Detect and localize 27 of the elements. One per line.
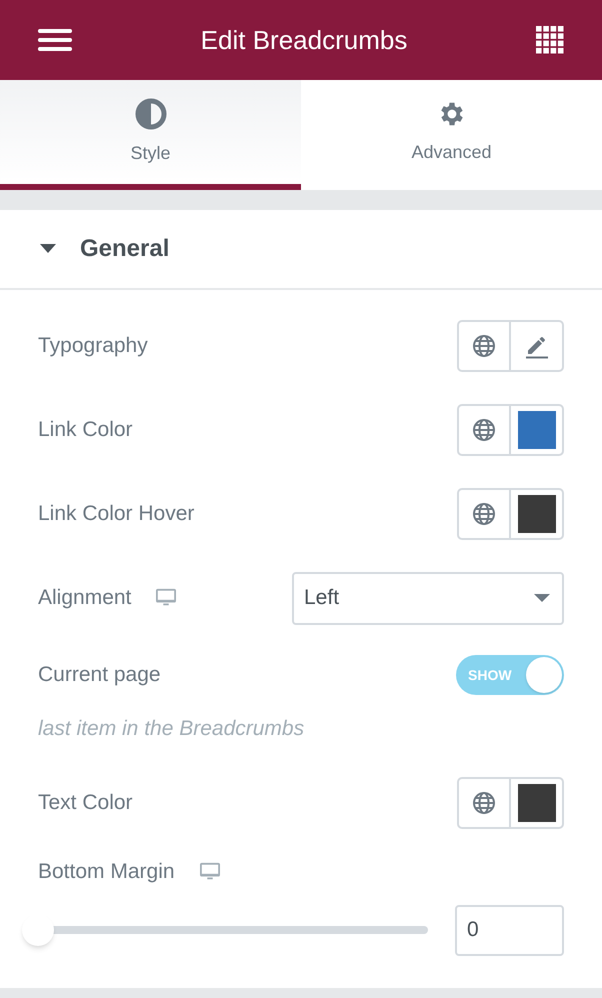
caret-icon: [40, 244, 56, 254]
caret-icon: [534, 594, 550, 602]
field-label: Current page: [38, 662, 161, 688]
contrast-icon: [134, 98, 166, 130]
field-label: Text Color: [38, 790, 133, 816]
field-label: Typography: [38, 333, 148, 360]
alignment-select[interactable]: Left: [292, 572, 564, 624]
window-title: Edit Breadcrumbs: [200, 24, 408, 56]
field-label: last item in the Breadcrumbs: [38, 716, 304, 742]
apps-grid-icon[interactable]: [536, 26, 564, 54]
globe-icon: [472, 334, 496, 358]
color-swatch[interactable]: [518, 411, 556, 449]
color-swatch[interactable]: [518, 784, 556, 822]
globe-icon: [472, 418, 496, 442]
globe-icon: [472, 502, 496, 526]
globe-icon: [472, 791, 496, 815]
slider-thumb[interactable]: [22, 914, 54, 946]
field-label: Bottom Margin: [38, 859, 175, 886]
slider[interactable]: [22, 914, 428, 946]
menu-icon[interactable]: [38, 29, 72, 51]
number-input[interactable]: 0: [455, 904, 564, 956]
section-header[interactable]: General: [0, 210, 602, 290]
tab[interactable]: Style: [0, 80, 301, 190]
field-label: Link Color: [38, 417, 133, 444]
color-swatch[interactable]: [518, 495, 556, 533]
field-label: Alignment: [38, 585, 132, 612]
field-label: Link Color Hover: [38, 501, 194, 528]
